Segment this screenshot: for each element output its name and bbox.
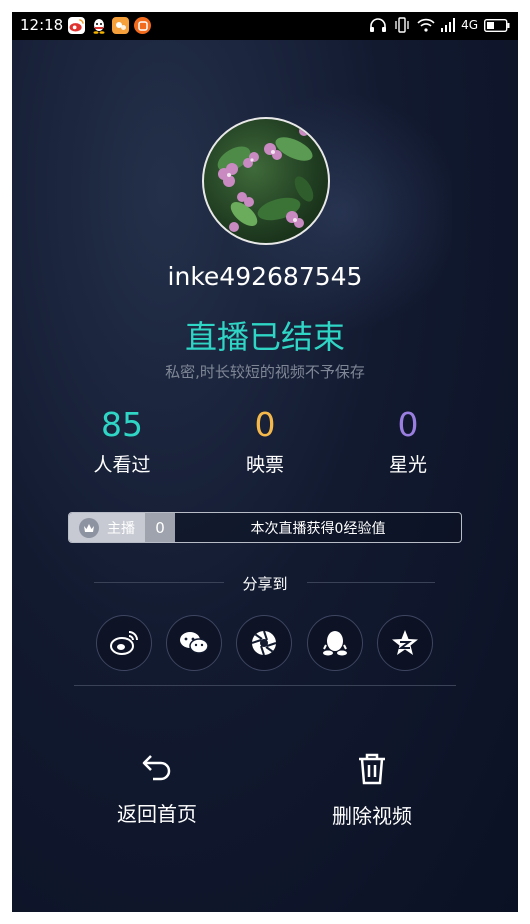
qzone-star-icon — [392, 630, 418, 655]
delete-video-button[interactable]: 删除视频 — [307, 752, 437, 829]
share-weibo-button[interactable] — [96, 615, 152, 671]
status-system-icons: 4G — [369, 17, 510, 33]
stat-viewers-value: 85 — [101, 405, 143, 444]
qq-icon — [323, 631, 347, 656]
network-type: 4G — [461, 18, 478, 32]
app-icon — [112, 17, 129, 34]
stat-starlight-value: 0 — [397, 405, 419, 444]
headphone-icon — [370, 18, 387, 32]
notification-icon — [134, 17, 151, 34]
experience-message: 本次直播获得0经验值 — [175, 513, 461, 542]
share-wechat-button[interactable] — [166, 615, 222, 671]
flower-photo — [217, 126, 314, 232]
stat-tickets-label: 映票 — [245, 454, 284, 476]
status-notification-icons — [68, 17, 151, 34]
stat-starlight: 0 星光 — [348, 406, 468, 477]
live-ended-title: 直播已结束 — [184, 318, 345, 356]
moments-icon — [251, 630, 277, 656]
host-level: 0 — [145, 513, 175, 542]
host-label: 主播 — [107, 520, 135, 537]
signal-icon — [441, 18, 456, 32]
trash-icon — [359, 753, 385, 785]
weibo-icon — [68, 17, 85, 34]
wechat-icon — [180, 632, 209, 654]
share-title: 分享到 — [242, 575, 288, 593]
avatar — [202, 117, 330, 245]
back-home-label: 返回首页 — [117, 802, 197, 826]
host-badge: 主播 — [69, 513, 145, 542]
bottom-divider — [74, 685, 456, 686]
crown-icon — [79, 517, 99, 538]
experience-bar: 主播 0 本次直播获得0经验值 — [68, 512, 462, 543]
wifi-icon — [417, 18, 435, 32]
share-qq-button[interactable] — [307, 615, 363, 671]
status-bar: 12:18 4G — [12, 12, 518, 40]
privacy-note: 私密,时长较短的视频不予保存 — [165, 363, 365, 381]
vibrate-icon — [395, 17, 409, 33]
qq-icon — [90, 17, 107, 34]
stat-tickets: 0 映票 — [205, 406, 325, 477]
stat-viewers: 85 人看过 — [62, 406, 182, 477]
stat-starlight-label: 星光 — [388, 454, 427, 476]
back-home-button[interactable]: 返回首页 — [92, 752, 222, 827]
stat-tickets-value: 0 — [254, 405, 276, 444]
share-qzone-button[interactable] — [377, 615, 433, 671]
share-moments-button[interactable] — [236, 615, 292, 671]
stat-viewers-label: 人看过 — [93, 454, 151, 476]
share-divider-right — [307, 582, 435, 583]
live-ended-screen: 12:18 4G inke492687545 直播已结束 私密,时长较短的视频不… — [12, 12, 518, 912]
battery-icon — [484, 18, 510, 32]
status-time: 12:18 — [20, 16, 64, 34]
username: inke492687545 — [167, 262, 363, 291]
weibo-icon — [110, 631, 138, 655]
undo-arrow-icon — [142, 755, 171, 781]
delete-video-label: 删除视频 — [332, 804, 412, 828]
